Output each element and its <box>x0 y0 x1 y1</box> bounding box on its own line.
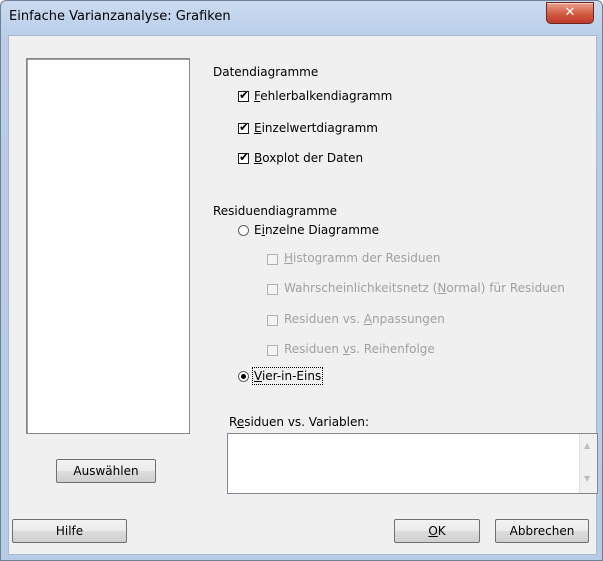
title-bar[interactable]: Einfache Varianzanalyse: Grafiken ✕ <box>1 1 602 35</box>
dialog-window: Einfache Varianzanalyse: Grafiken ✕ Ausw… <box>0 0 603 561</box>
scroll-down-icon[interactable]: ▼ <box>584 474 590 483</box>
close-icon: ✕ <box>564 5 576 20</box>
help-button-label: Hilfe <box>55 524 84 538</box>
scroll-up-icon[interactable]: ▲ <box>584 441 590 450</box>
checkbox-normal-plot-label[interactable]: Wahrscheinlichkeitsnetz (Normal) für Res… <box>284 281 565 295</box>
residuals-vs-variables-field[interactable]: ▲ ▼ <box>227 433 598 494</box>
checkbox-box[interactable]: ✔ <box>238 88 250 102</box>
cancel-button-label: Abbrechen <box>509 524 575 538</box>
radio-individual-plots-label[interactable]: Einzelne Diagramme <box>254 223 379 237</box>
variable-list[interactable] <box>26 58 190 434</box>
check-icon: ✔ <box>239 88 250 102</box>
check-icon: ✔ <box>239 120 250 134</box>
checkbox-box[interactable] <box>267 345 278 356</box>
checkbox-error-bar-label[interactable]: Fehlerbalkendiagramm <box>254 89 392 103</box>
window-title: Einfache Varianzanalyse: Grafiken <box>9 9 231 24</box>
checkbox-boxplot-label[interactable]: Boxplot der Daten <box>254 151 363 165</box>
close-button[interactable]: ✕ <box>546 2 594 24</box>
checkbox-box[interactable]: ✔ <box>238 150 250 164</box>
select-button-label: Auswählen <box>73 464 139 478</box>
ok-button-label: OK <box>428 524 446 538</box>
checkbox-box[interactable] <box>267 254 278 265</box>
checkbox-box[interactable] <box>267 284 278 295</box>
checkbox-histogram-label[interactable]: Histogramm der Residuen <box>284 251 441 265</box>
radio-circle[interactable] <box>238 225 249 236</box>
data-plots-heading: Datendiagramme <box>213 65 319 79</box>
vertical-scrollbar[interactable]: ▲ ▼ <box>579 434 597 493</box>
ok-button[interactable]: OK <box>394 519 480 543</box>
dialog-body: Auswählen Datendiagramme ✔ Fehlerbalkend… <box>8 35 598 555</box>
checkbox-residuals-vs-order-label[interactable]: Residuen vs. Reihenfolge <box>284 342 435 356</box>
residual-plots-heading: Residuendiagramme <box>213 204 337 218</box>
help-button[interactable]: Hilfe <box>12 519 127 543</box>
check-icon: ✔ <box>239 150 250 164</box>
radio-four-in-one-label[interactable]: Vier-in-Eins <box>251 367 324 385</box>
select-button[interactable]: Auswählen <box>56 459 156 483</box>
residuals-vs-variables-label: Residuen vs. Variablen: <box>229 415 370 429</box>
checkbox-residuals-vs-fits-label[interactable]: Residuen vs. Anpassungen <box>284 312 445 326</box>
radio-circle[interactable] <box>238 371 249 382</box>
checkbox-individual-value-label[interactable]: Einzelwertdiagramm <box>254 121 378 135</box>
radio-selected-dot <box>241 374 246 379</box>
checkbox-box[interactable] <box>267 315 278 326</box>
checkbox-box[interactable]: ✔ <box>238 120 250 134</box>
cancel-button[interactable]: Abbrechen <box>495 519 589 543</box>
